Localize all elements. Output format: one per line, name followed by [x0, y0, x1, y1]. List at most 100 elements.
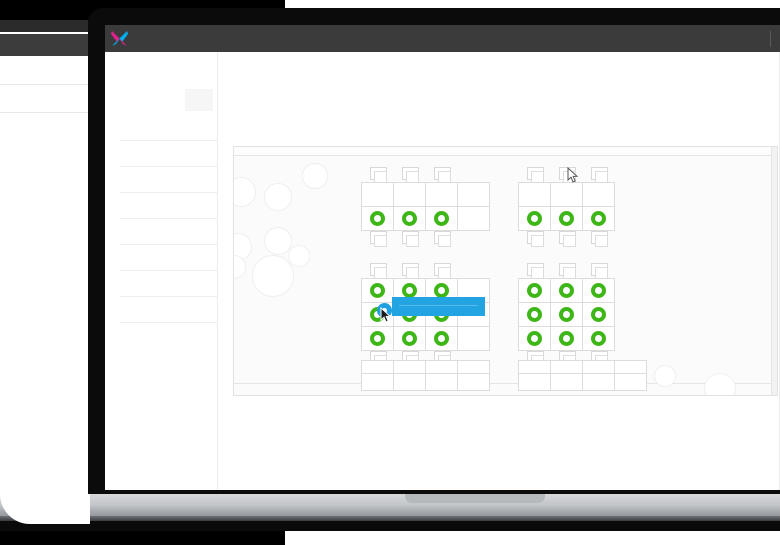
desk-cell[interactable]: [518, 278, 551, 303]
sidebar-collapse-button[interactable]: [185, 89, 213, 111]
laptop-base-notch: [405, 494, 545, 503]
desk-feature-icon: [527, 331, 542, 346]
desk-cell[interactable]: [582, 302, 615, 327]
desk-feature-icon: [402, 331, 417, 346]
desk-cell[interactable]: [550, 360, 583, 374]
sidebar-item-find-a-desk[interactable]: [120, 219, 218, 245]
floorplan-round-table: [302, 163, 328, 189]
desk-cell[interactable]: [425, 206, 458, 231]
desk-cell[interactable]: [393, 373, 426, 391]
desk-cell[interactable]: [518, 206, 551, 231]
desk-cell[interactable]: [614, 360, 647, 374]
floorplan-round-table: [234, 177, 256, 207]
sidebar-nav: [120, 115, 218, 323]
desk-cell[interactable]: [518, 360, 551, 374]
brand-logo[interactable]: [105, 29, 223, 48]
sidebar: [105, 52, 218, 490]
desk-cell[interactable]: [582, 182, 615, 207]
desk-feature-icon: [591, 283, 606, 298]
desk-row: [518, 326, 615, 351]
desk-cell[interactable]: [518, 326, 551, 351]
breadcrumb: [234, 123, 242, 135]
desk-cell[interactable]: [425, 373, 458, 391]
desk-cell[interactable]: [550, 302, 583, 327]
screenshot-stage: [0, 0, 780, 545]
chair-icon: [370, 167, 387, 183]
desk-cell[interactable]: [361, 326, 394, 351]
mouse-cursor-icon: [567, 166, 579, 184]
desk-cell[interactable]: [457, 373, 490, 391]
floorplan-round-table: [704, 373, 736, 395]
floorplan-viewport[interactable]: [233, 146, 778, 396]
chair-icon: [527, 231, 544, 247]
sidebar-item-booking-grid[interactable]: [120, 245, 218, 271]
desk-cell[interactable]: [518, 182, 551, 207]
chair-icon: [434, 167, 451, 183]
desk-cell[interactable]: [550, 278, 583, 303]
chair-icon: [434, 263, 451, 279]
sidebar-item-home[interactable]: [120, 167, 218, 193]
desk-feature-icon: [527, 307, 542, 322]
desk-cell[interactable]: [393, 206, 426, 231]
floorplan-wall: [234, 383, 772, 384]
chair-icon: [370, 263, 387, 279]
desk-feature-icon: [559, 211, 574, 226]
desk-cell[interactable]: [614, 373, 647, 391]
desk-cell[interactable]: [393, 182, 426, 207]
floorplan-scrollbar[interactable]: [771, 147, 777, 395]
laptop-foot-shadow: [0, 521, 780, 531]
desk-feature-icon: [370, 331, 385, 346]
desk-cell[interactable]: [457, 182, 490, 207]
desk-row: [518, 360, 647, 374]
desk-cell[interactable]: [550, 326, 583, 351]
desk-cell[interactable]: [582, 206, 615, 231]
desk-feature-icon: [527, 283, 542, 298]
desk-cell[interactable]: [457, 206, 490, 231]
desk-row: [518, 206, 615, 231]
desk-feature-icon: [370, 283, 385, 298]
desk-cell[interactable]: [550, 182, 583, 207]
chair-icon: [527, 263, 544, 279]
desk-feature-icon: [559, 307, 574, 322]
desk-cell[interactable]: [518, 373, 551, 391]
desk-cell[interactable]: [393, 326, 426, 351]
floorplan-round-table: [288, 245, 310, 267]
desk-cell[interactable]: [361, 182, 394, 207]
desk-cell[interactable]: [582, 326, 615, 351]
sidebar-item-find-a-colleague[interactable]: [120, 271, 218, 297]
desk-cell[interactable]: [550, 373, 583, 391]
desk-cell[interactable]: [457, 360, 490, 374]
desk-cell[interactable]: [425, 326, 458, 351]
floorplan-round-table: [252, 255, 294, 297]
desk-cell[interactable]: [425, 182, 458, 207]
desk-feature-icon: [591, 211, 606, 226]
desk-cell[interactable]: [582, 360, 615, 374]
desk-cell[interactable]: [361, 360, 394, 374]
mouse-cursor-icon: [380, 306, 392, 324]
sidebar-item-room-booking[interactable]: [120, 115, 218, 141]
desk-cell[interactable]: [393, 360, 426, 374]
chair-icon: [402, 263, 419, 279]
chair-icon: [527, 167, 544, 183]
desk-cell[interactable]: [457, 326, 490, 351]
sidebar-item-desk-booking[interactable]: [120, 141, 218, 167]
desk-feature-icon: [559, 283, 574, 298]
desk-cell[interactable]: [582, 278, 615, 303]
desk-cell[interactable]: [361, 206, 394, 231]
sidebar-item-visitors[interactable]: [120, 297, 218, 323]
desk-cell[interactable]: [582, 373, 615, 391]
floorplan-canvas[interactable]: [234, 155, 777, 395]
desk-cell[interactable]: [550, 206, 583, 231]
desk-row: [518, 182, 615, 207]
desk-row: [361, 326, 490, 351]
desk-feature-icon: [370, 211, 385, 226]
laptop-base: [0, 494, 780, 518]
page-content: [218, 52, 780, 490]
desk-cell[interactable]: [361, 373, 394, 391]
desk-feature-icon: [402, 211, 417, 226]
desk-feature-icon: [591, 307, 606, 322]
desk-cell[interactable]: [425, 360, 458, 374]
desk-cell[interactable]: [518, 302, 551, 327]
desk-cell[interactable]: [361, 278, 394, 303]
sidebar-item-your-bookings[interactable]: [120, 193, 218, 219]
